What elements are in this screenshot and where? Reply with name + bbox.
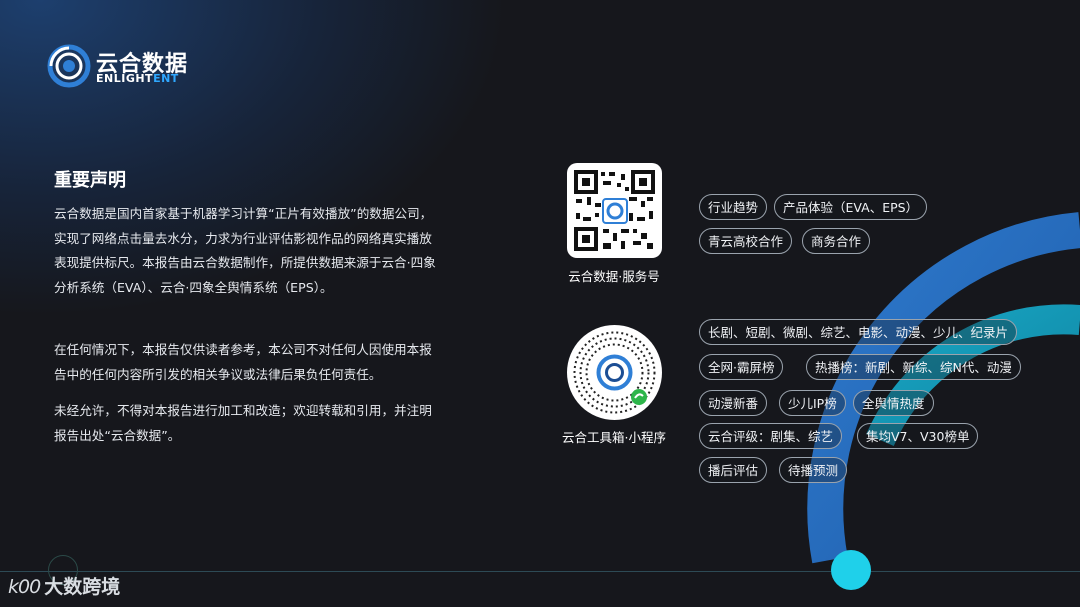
mini-program-code-icon [573, 331, 656, 414]
cyan-dot-decoration [831, 550, 871, 590]
declaration-paragraph-3: 未经允许，不得对本报告进行加工和改造；欢迎转载和引用，并注明报告出处“云合数据”… [54, 403, 432, 443]
declaration-title: 重要声明 [54, 170, 126, 191]
brand-name-en-main: ENLIGHT [96, 72, 154, 85]
tag-network-dominance-list[interactable]: 全网·霸屏榜 [699, 354, 784, 380]
qr-code-icon [574, 170, 655, 251]
tag-anime-new[interactable]: 动漫新番 [699, 390, 768, 416]
tag-industry-trend[interactable]: 行业趋势 [699, 194, 768, 220]
tag-yunhe-rating[interactable]: 云合评级：剧集、综艺 [699, 423, 843, 449]
watermark-text: 大数跨境 [44, 576, 121, 598]
tag-public-opinion-heat[interactable]: 全舆情热度 [853, 390, 934, 416]
tag-content-categories[interactable]: 长剧、短剧、微剧、综艺、电影、动漫、少儿、纪录片 [699, 319, 1018, 345]
enlightent-logo-icon [47, 44, 91, 88]
service-account-label: 云合数据·服务号 [568, 269, 660, 284]
tag-pre-broadcast-forecast[interactable]: 待播预测 [779, 457, 848, 483]
tag-hot-broadcast-list[interactable]: 热播榜：新剧、新综、综N代、动漫 [806, 354, 1021, 380]
tag-v7-v30-list[interactable]: 集均V7、V30榜单 [857, 423, 979, 449]
tag-business-cooperation[interactable]: 商务合作 [802, 228, 871, 254]
mini-program-label: 云合工具箱·小程序 [562, 430, 666, 445]
declaration-paragraph-2: 在任何情况下，本报告仅供读者参考，本公司不对任何人因使用本报告中的任何内容所引发… [54, 342, 432, 382]
tag-qingyun-university[interactable]: 青云高校合作 [699, 228, 793, 254]
declaration-paragraph-1: 云合数据是国内首家基于机器学习计算“正片有效播放”的数据公司，实现了网络点击量去… [54, 206, 436, 295]
tag-product-experience[interactable]: 产品体验（EVA、EPS） [774, 194, 928, 220]
watermark: k00 大数跨境 [8, 572, 120, 599]
watermark-icon: k00 [8, 576, 41, 598]
service-account-qr-code [567, 163, 662, 258]
bottom-divider [0, 571, 1080, 572]
brand-name-en: ENLIGHTENT [96, 72, 179, 85]
tag-post-broadcast-eval[interactable]: 播后评估 [699, 457, 768, 483]
mini-program-code [567, 325, 662, 420]
brand-name-en-accent: ENT [153, 72, 179, 85]
brand-logo: 云合数据 ENLIGHTENT [47, 44, 197, 88]
tag-kids-ip-list[interactable]: 少儿IP榜 [779, 390, 846, 416]
arc-decoration [807, 212, 1080, 564]
